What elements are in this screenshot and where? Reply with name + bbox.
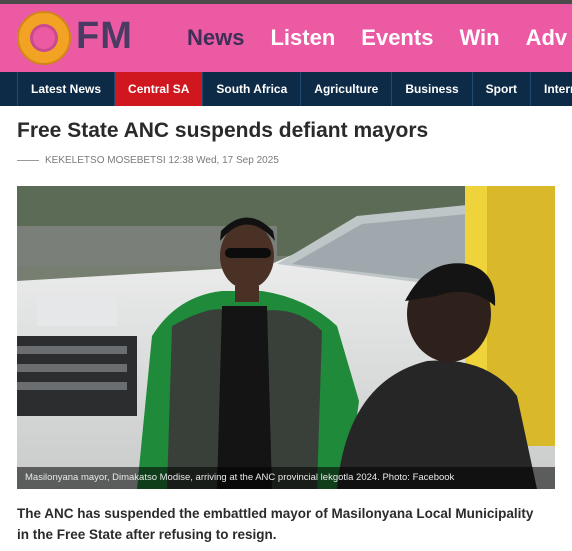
nav-events[interactable]: Events	[361, 24, 433, 52]
news-category-nav: Latest News Central SA South Africa Agricul…	[0, 72, 572, 106]
nav-news[interactable]: News	[187, 24, 244, 52]
nav-listen[interactable]: Listen	[270, 24, 335, 52]
byline-rule	[17, 159, 39, 161]
article-photo[interactable]: Masilonyana mayor, Dimakatso Modise, arr…	[17, 186, 555, 489]
subnav-international[interactable]: Interna	[531, 72, 572, 106]
byline-text: KEKELETSO MOSEBETSI 12:38 Wed, 17 Sep 20…	[45, 155, 279, 166]
subnav-latest-news[interactable]: Latest News	[17, 72, 116, 106]
subnav-central-sa[interactable]: Central SA	[115, 72, 204, 106]
nav-adv[interactable]: Adv	[526, 24, 568, 52]
oFM-logo-text[interactable]: FM	[76, 16, 133, 56]
subnav-sport[interactable]: Sport	[473, 72, 532, 106]
oFM-logo-o[interactable]	[17, 11, 71, 65]
photo-caption: Masilonyana mayor, Dimakatso Modise, arr…	[17, 467, 555, 489]
nav-win[interactable]: Win	[459, 24, 499, 52]
article-headline: Free State ANC suspends defiant mayors	[17, 119, 429, 142]
subnav-business[interactable]: Business	[392, 72, 473, 106]
photo-illustration	[17, 186, 555, 489]
subnav-agriculture[interactable]: Agriculture	[301, 72, 393, 106]
main-nav: News Listen Events Win Adv	[187, 24, 572, 54]
article-lede: The ANC has suspended the embattled mayo…	[17, 506, 534, 542]
article-byline: KEKELETSO MOSEBETSI 12:38 Wed, 17 Sep 20…	[17, 155, 279, 166]
subnav-south-africa[interactable]: South Africa	[203, 72, 302, 106]
site-header: FM News Listen Events Win Adv	[0, 4, 572, 72]
